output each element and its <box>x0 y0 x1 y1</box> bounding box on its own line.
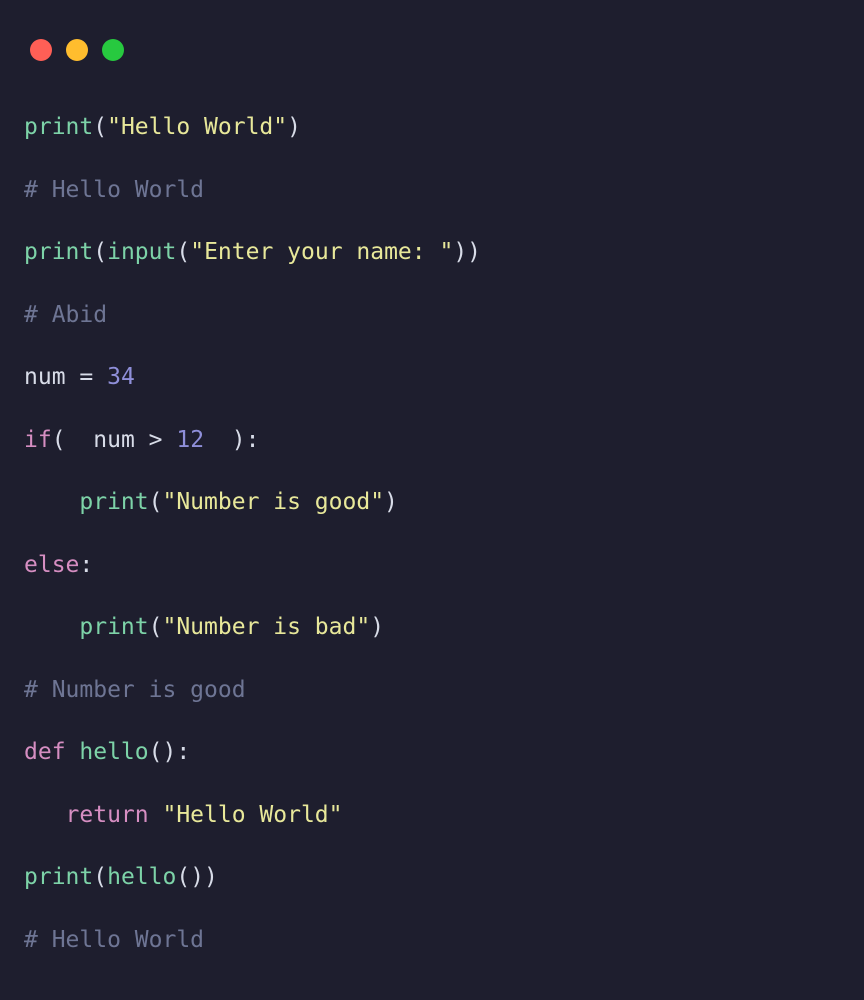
token-paren: ) <box>370 614 384 640</box>
code-line: print("Hello World") <box>24 110 840 145</box>
token-var: num <box>93 427 148 453</box>
code-line: # Hello World <box>24 923 840 958</box>
token-paren: ( <box>149 489 163 515</box>
token-paren: ) <box>287 114 301 140</box>
token-func: hello <box>79 739 148 765</box>
token-op: > <box>149 427 177 453</box>
token-string: "Number is good" <box>162 489 384 515</box>
token-paren: ( <box>149 614 163 640</box>
token-paren: ( <box>93 114 107 140</box>
code-line: else: <box>24 548 840 583</box>
token-comment: # Hello World <box>24 927 204 953</box>
minimize-icon[interactable] <box>66 39 88 61</box>
token-paren: () <box>149 739 177 765</box>
token-op: = <box>79 364 107 390</box>
token-keyword: else <box>24 552 79 578</box>
token-colon: : <box>246 427 260 453</box>
token-string: "Number is bad" <box>162 614 370 640</box>
token-func: print <box>79 614 148 640</box>
maximize-icon[interactable] <box>102 39 124 61</box>
token-keyword: return <box>66 802 163 828</box>
close-icon[interactable] <box>30 39 52 61</box>
token-paren: ()) <box>176 864 218 890</box>
code-line: num = 34 <box>24 360 840 395</box>
token-num: 12 <box>176 427 204 453</box>
token-func: print <box>24 114 93 140</box>
titlebar <box>0 0 864 70</box>
code-window: print("Hello World") # Hello World print… <box>0 0 864 1000</box>
code-line: print(hello()) <box>24 860 840 895</box>
code-line: def hello(): <box>24 735 840 770</box>
code-line: # Number is good <box>24 673 840 708</box>
code-line: print("Number is good") <box>24 485 840 520</box>
token-paren: ( <box>93 864 107 890</box>
code-area: print("Hello World") # Hello World print… <box>0 70 864 981</box>
token-colon: : <box>79 552 93 578</box>
token-paren: )) <box>453 239 481 265</box>
token-paren: ( <box>52 427 94 453</box>
code-line: print(input("Enter your name: ")) <box>24 235 840 270</box>
code-line: # Abid <box>24 298 840 333</box>
token-colon: : <box>176 739 190 765</box>
code-line: print("Number is bad") <box>24 610 840 645</box>
token-comment: # Abid <box>24 302 107 328</box>
token-paren: ( <box>176 239 190 265</box>
token-string: "Hello World" <box>107 114 287 140</box>
token-paren: ) <box>384 489 398 515</box>
token-func: input <box>107 239 176 265</box>
token-num: 34 <box>107 364 135 390</box>
token-string: "Hello World" <box>162 802 342 828</box>
code-line: return "Hello World" <box>24 798 840 833</box>
token-paren: ) <box>204 427 246 453</box>
token-func: print <box>24 864 93 890</box>
code-line: if( num > 12 ): <box>24 423 840 458</box>
token-paren: ( <box>93 239 107 265</box>
token-var: num <box>24 364 79 390</box>
token-func: print <box>79 489 148 515</box>
token-func: hello <box>107 864 176 890</box>
code-line: # Hello World <box>24 173 840 208</box>
token-keyword: if <box>24 427 52 453</box>
token-string: "Enter your name: " <box>190 239 453 265</box>
token-comment: # Hello World <box>24 177 204 203</box>
token-comment: # Number is good <box>24 677 246 703</box>
token-keyword: def <box>24 739 79 765</box>
token-func: print <box>24 239 93 265</box>
